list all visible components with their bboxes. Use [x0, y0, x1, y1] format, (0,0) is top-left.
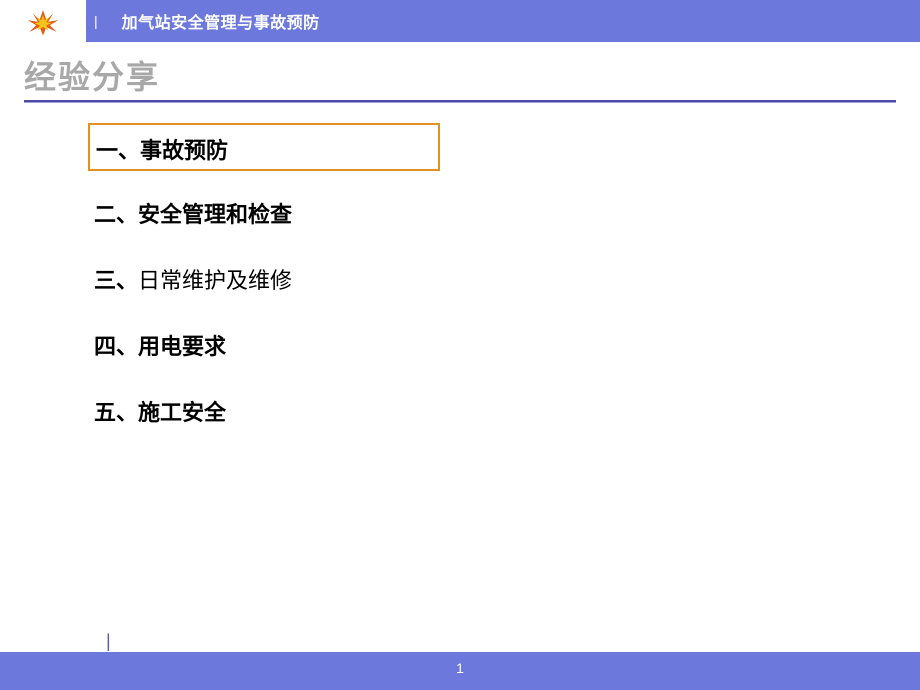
toc-list: 一、事故预防 二、安全管理和检查 三、日常维护及维修 四、用电要求 五、施工安全: [88, 123, 896, 433]
header-title: 加气站安全管理与事故预防: [122, 9, 320, 33]
toc-item-3: 三、日常维护及维修: [88, 255, 440, 301]
slide-content: 经验分享 一、事故预防 二、安全管理和检查 三、日常维护及维修 四、用电要求 五…: [24, 48, 896, 453]
sunburst-logo-icon: [26, 6, 60, 36]
section-underline: [24, 100, 896, 103]
toc-item-2: 二、安全管理和检查: [88, 189, 440, 235]
footer-separator: |: [106, 631, 111, 652]
toc-item-4: 四、用电要求: [88, 321, 440, 367]
header-separator: |: [94, 13, 98, 29]
section-title: 经验分享: [24, 52, 896, 98]
toc-item-3-prefix: 三、: [94, 268, 138, 293]
logo-container: [0, 0, 86, 42]
toc-item-1: 一、事故预防: [88, 123, 440, 171]
page-number: 1: [0, 660, 920, 676]
toc-item-3-body: 日常维护及维修: [138, 268, 292, 293]
header-bar: | 加气站安全管理与事故预防: [0, 0, 920, 42]
footer-bar: 1: [0, 652, 920, 690]
toc-item-5: 五、施工安全: [88, 387, 440, 433]
